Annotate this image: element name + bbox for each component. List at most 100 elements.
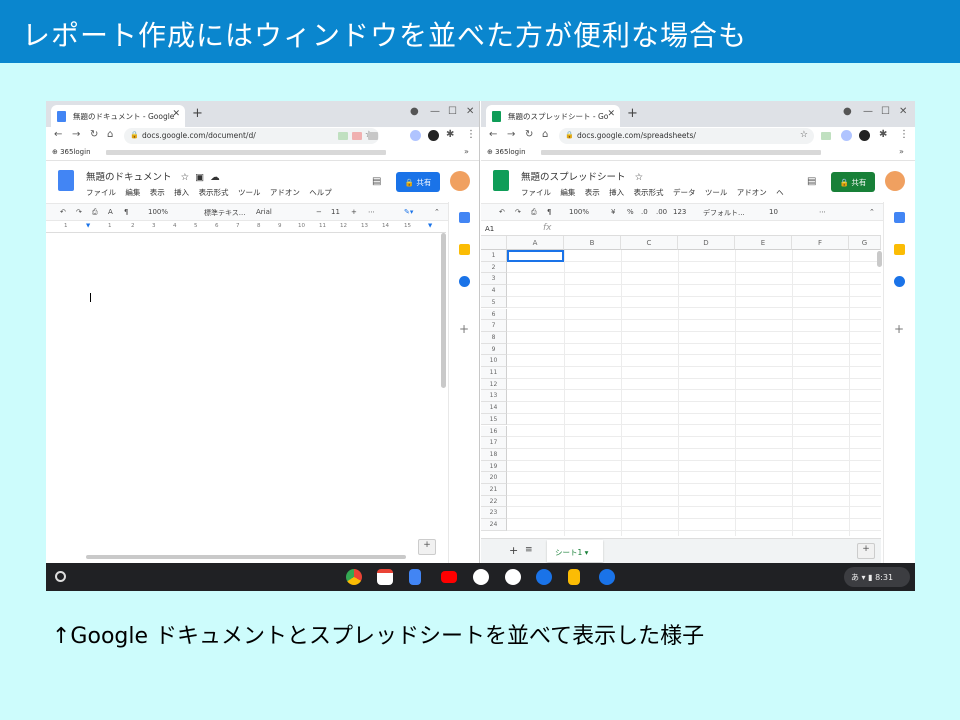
row-header[interactable]: 11 [481,367,507,379]
files-icon[interactable] [536,569,552,585]
table-row[interactable] [507,367,881,379]
extension-icon[interactable] [841,130,852,141]
web-store-icon[interactable] [505,569,521,585]
close-tab-icon[interactable]: ✕ [172,109,180,119]
close-window-icon[interactable]: ✕ [466,106,474,117]
docs-icon[interactable] [409,569,421,585]
minimize-icon[interactable]: — [863,106,873,117]
new-tab-icon[interactable]: + [627,106,638,121]
table-row[interactable] [507,320,881,332]
undo-icon[interactable]: ↶ [499,208,505,216]
chevron-down-icon[interactable]: ▾ [585,548,589,557]
new-tab-icon[interactable]: + [192,106,203,121]
row-header[interactable]: 24 [481,519,507,531]
column-header[interactable]: A [507,236,564,250]
row-header[interactable]: 21 [481,484,507,496]
editing-mode-icon[interactable]: ✎▾ [404,208,413,216]
collapse-icon[interactable]: ⌃ [434,208,440,216]
row-header[interactable]: 9 [481,343,507,356]
cloud-icon[interactable]: ☁ [207,172,220,183]
print-icon[interactable]: ⎙ [92,208,98,217]
bookmarks-overflow-icon[interactable]: » [899,147,904,156]
avatar[interactable] [450,171,470,191]
row-header[interactable]: 8 [481,331,507,344]
table-row[interactable] [507,273,881,286]
forward-icon[interactable]: → [72,129,80,140]
avatar[interactable] [885,171,905,191]
reload-icon[interactable]: ↻ [525,129,533,140]
row-header[interactable]: 23 [481,507,507,520]
close-tab-icon[interactable]: ✕ [607,109,615,119]
chrome-icon[interactable] [346,569,362,585]
percent-format[interactable]: % [627,208,634,216]
gmail-icon[interactable] [377,569,393,585]
column-header[interactable]: F [792,236,849,250]
column-header[interactable]: D [678,236,735,250]
row-header[interactable]: 7 [481,320,507,332]
menu-dots-icon[interactable]: ⋮ [466,129,476,140]
selected-cell-a1[interactable] [507,250,564,262]
table-row[interactable] [507,379,881,391]
docs-vertical-scrollbar[interactable] [441,233,446,388]
row-header[interactable]: 14 [481,402,507,414]
table-row[interactable] [507,496,881,508]
menu-insert[interactable]: 挿入 [609,188,624,197]
bookmark-365login[interactable]: ⊕ 365login [52,148,91,156]
star-icon[interactable]: ☆ [175,172,190,183]
youtube-icon[interactable] [441,571,457,583]
more-formats-select[interactable]: 123 [673,208,686,216]
calendar-icon[interactable] [894,212,905,223]
table-row[interactable] [507,426,881,438]
table-row[interactable] [507,285,881,297]
menu-edit[interactable]: 編集 [560,188,575,197]
paint-format-icon[interactable]: ¶ [124,208,128,216]
font-size-increase-icon[interactable]: + [351,208,357,216]
home-icon[interactable]: ⌂ [107,129,113,140]
row-header[interactable]: 19 [481,460,507,473]
menu-data[interactable]: データ [673,188,696,197]
table-row[interactable] [507,449,881,461]
font-size-select[interactable]: 10 [769,208,778,216]
comment-history-icon[interactable]: ▤ [372,176,381,187]
right-indent-marker-icon[interactable]: ▼ [428,223,432,229]
tasks-icon[interactable] [459,276,470,287]
table-row[interactable] [507,461,881,473]
currency-format[interactable]: ¥ [611,208,615,216]
back-icon[interactable]: ← [54,129,62,140]
sheets-address-bar[interactable]: 🔒 docs.google.com/spreadsheets/ ☆ [559,128,814,144]
menu-tools[interactable]: ツール [705,188,728,197]
keep-icon[interactable] [459,244,470,255]
bookmark-365login[interactable]: ⊕ 365login [487,148,526,156]
row-header[interactable]: 16 [481,425,507,438]
row-header[interactable]: 4 [481,285,507,297]
bookmarks-overflow-icon[interactable]: » [464,147,469,156]
corner-header[interactable] [481,236,507,250]
puzzle-icon[interactable]: ✱ [879,129,887,140]
add-addon-icon[interactable]: + [894,322,904,336]
column-header[interactable]: E [735,236,792,250]
shield-icon[interactable] [859,130,870,141]
table-row[interactable] [507,507,881,520]
table-row[interactable] [507,344,881,356]
zoom-select[interactable]: 100% [148,208,168,216]
reload-icon[interactable]: ↻ [90,129,98,140]
explore-button[interactable]: + [857,543,875,559]
table-row[interactable] [507,262,881,274]
docs-horizontal-scrollbar[interactable] [86,555,406,559]
row-header[interactable]: 3 [481,273,507,286]
row-header[interactable]: 20 [481,472,507,484]
close-window-icon[interactable]: ✕ [899,106,907,117]
docs-document-title[interactable]: 無題のドキュメント ☆ ▣ ☁ [86,169,220,183]
shield-icon[interactable] [428,130,439,141]
menu-addons[interactable]: アドオン [737,188,767,197]
menu-help[interactable]: ヘルプ [309,188,332,197]
row-header[interactable]: 22 [481,495,507,508]
calendar-icon[interactable] [459,212,470,223]
zoom-select[interactable]: 100% [569,208,589,216]
table-row[interactable] [507,390,881,403]
column-header[interactable]: C [621,236,678,250]
menu-dots-icon[interactable]: ⋮ [899,129,909,140]
all-sheets-icon[interactable]: ≡ [525,545,533,555]
menu-edit[interactable]: 編集 [125,188,140,197]
folder-icon[interactable]: ▣ [192,172,204,183]
